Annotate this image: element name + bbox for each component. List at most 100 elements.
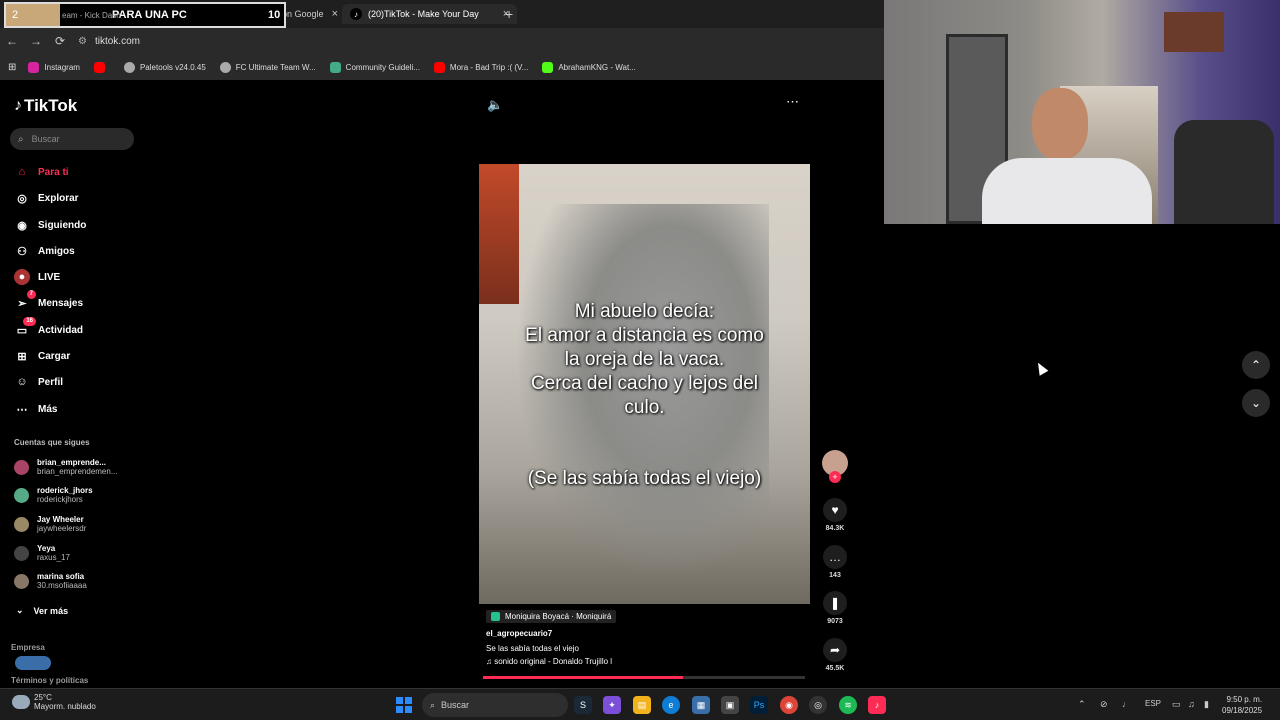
spotify-icon[interactable]: ≋ xyxy=(839,696,857,714)
sidebar-item-para-ti[interactable]: ⌂ Para ti xyxy=(14,164,69,180)
caption-line: la oreja de la vaca. xyxy=(564,349,725,370)
instagram-icon xyxy=(28,61,40,73)
nav-label: Explorar xyxy=(38,192,79,204)
video-username[interactable]: el_agropecuario7 xyxy=(486,629,616,638)
sidebar-item-perfil[interactable]: ☺ Perfil xyxy=(14,374,63,390)
taskbar-search[interactable]: ⌕ Buscar xyxy=(422,693,568,717)
tiktok-logo[interactable]: ♪ TikTok xyxy=(14,96,77,116)
share-button[interactable]: ➦ 45.5K xyxy=(818,638,852,672)
logo-text: TikTok xyxy=(24,96,78,115)
bookmark-label: FC Ultimate Team W... xyxy=(235,62,316,72)
youtube-icon xyxy=(93,61,105,73)
windows-start-icon[interactable] xyxy=(396,697,412,713)
microphone-icon[interactable]: ♩ xyxy=(1122,699,1131,709)
video-progress-bar[interactable] xyxy=(483,676,805,679)
sidebar-item-cargar[interactable]: ⊞ Cargar xyxy=(14,348,70,364)
video-sound[interactable]: ♫ sonido original - Donaldo Trujillo l xyxy=(486,657,616,666)
bookmark-abrahamkng[interactable]: AbrahamKNG - Wat... xyxy=(542,61,636,73)
back-arrow-icon[interactable]: ← xyxy=(0,34,24,48)
more-options-icon[interactable]: ⋯ xyxy=(786,94,799,110)
next-video-button[interactable]: ⌄ xyxy=(1242,389,1270,417)
streamer xyxy=(972,88,1162,224)
location-tag[interactable]: Moniquira Boyacá · Moniquirá xyxy=(486,610,617,623)
address-bar[interactable]: ⚙ tiktok.com xyxy=(78,36,140,47)
bookmark-label: Paletools v24.0.45 xyxy=(139,62,206,72)
caption-line: Mi abuelo decía: xyxy=(574,301,715,322)
following-account[interactable]: brian_emprende... brian_emprendemen... xyxy=(14,458,118,476)
app-icon[interactable]: ▣ xyxy=(721,696,739,714)
system-clock[interactable]: 9:50 p. m. 09/18/2025 xyxy=(1222,694,1262,716)
comment-button[interactable]: … 143 xyxy=(818,545,852,579)
video-caption-secondary: (Se las sabía todas el viejo) xyxy=(527,468,762,489)
site-info-icon[interactable]: ⚙ xyxy=(78,36,87,47)
nav-label: Siguiendo xyxy=(38,219,87,231)
floating-badge-icon[interactable] xyxy=(15,656,51,670)
weather-widget[interactable]: 25°C Mayorm. nublado xyxy=(12,693,96,711)
file-explorer-icon[interactable]: ▤ xyxy=(633,696,651,714)
photoshop-icon[interactable]: Ps xyxy=(750,696,768,714)
battery-icon[interactable]: ▮ xyxy=(1204,699,1209,710)
tiktok-app-icon[interactable]: ♪ xyxy=(868,696,886,714)
bookmark-fc-ultimate[interactable]: FC Ultimate Team W... xyxy=(219,61,316,73)
compass-icon: ◎ xyxy=(17,192,27,205)
streamer-head xyxy=(1032,88,1088,160)
profile-icon: ☺ xyxy=(16,376,28,388)
new-tab-button[interactable]: + xyxy=(505,6,513,22)
language-indicator[interactable]: ESP xyxy=(1145,699,1161,708)
account-handle: raxus_17 xyxy=(37,553,70,562)
following-account[interactable]: Yeya raxus_17 xyxy=(14,544,70,562)
caption-line: culo. xyxy=(624,397,665,418)
footer-link-terminos[interactable]: Términos y políticas xyxy=(11,676,88,685)
tab-tiktok[interactable]: ♪ (20)TikTok - Make Your Day × xyxy=(342,4,518,24)
sidebar-item-actividad[interactable]: ▭ 16 Actividad xyxy=(14,317,83,338)
temperature: 25°C xyxy=(34,693,52,702)
forward-arrow-icon[interactable]: → xyxy=(24,34,48,48)
previous-video-button[interactable]: ⌃ xyxy=(1242,351,1270,379)
home-icon: ⌂ xyxy=(18,166,26,178)
edge-icon[interactable]: e xyxy=(662,696,680,714)
obs-icon[interactable]: ◎ xyxy=(809,696,827,714)
bookmark-paletools[interactable]: Paletools v24.0.45 xyxy=(123,61,206,73)
network-off-icon[interactable]: ⊘ xyxy=(1100,699,1108,710)
follow-plus-icon[interactable]: + xyxy=(829,471,841,483)
bookmark-mora[interactable]: Mora - Bad Trip :( (V... xyxy=(433,61,528,73)
sidebar-item-siguiendo[interactable]: ◉ Siguiendo xyxy=(14,217,86,233)
footer-link-empresa[interactable]: Empresa xyxy=(11,643,45,652)
apps-grid-icon[interactable]: ⊞ xyxy=(8,62,16,73)
volume-icon[interactable]: ♫ xyxy=(1188,699,1195,709)
creator-avatar-button[interactable]: + xyxy=(818,450,852,483)
search-input[interactable]: ⌕ Buscar xyxy=(10,128,134,150)
store-icon[interactable]: ▦ xyxy=(692,696,710,714)
sidebar-item-explorar[interactable]: ◎ Explorar xyxy=(14,190,79,206)
nav-label: Para ti xyxy=(38,166,69,178)
chrome-icon[interactable]: ◉ xyxy=(780,696,798,714)
bookmark-label: Instagram xyxy=(44,62,80,72)
bookmark-community[interactable]: Community Guideli... xyxy=(329,61,420,73)
volume-icon[interactable]: 🔈 xyxy=(487,97,503,113)
bookmark-instagram[interactable]: Instagram xyxy=(28,61,80,73)
following-account[interactable]: Jay Wheeler jaywheelersdr xyxy=(14,515,86,533)
account-handle: 30.msofiiaaaa xyxy=(37,581,87,590)
like-button[interactable]: ♥ 84.3K xyxy=(818,498,852,532)
see-more-button[interactable]: ⌄ Ver más xyxy=(16,605,68,616)
bookmark-youtube[interactable] xyxy=(93,61,110,73)
chevron-up-icon[interactable]: ⌃ xyxy=(1078,699,1086,710)
close-icon[interactable]: × xyxy=(332,8,338,20)
reload-icon[interactable]: ⟳ xyxy=(48,34,72,48)
copilot-icon[interactable]: ✦ xyxy=(603,696,621,714)
sidebar-item-amigos[interactable]: ⚇ Amigos xyxy=(14,243,75,259)
following-account[interactable]: marina sofia 30.msofiiaaaa xyxy=(14,572,87,590)
display-icon[interactable]: ▭ xyxy=(1172,699,1181,710)
sidebar-item-mas[interactable]: ⋯ Más xyxy=(14,401,58,417)
tab-kick[interactable]: eam - Kick Dash xyxy=(62,11,121,20)
video-player[interactable]: Mi abuelo decía: El amor a distancia es c… xyxy=(479,164,810,604)
avatar xyxy=(14,546,29,561)
avatar xyxy=(14,574,29,589)
steam-icon[interactable]: S xyxy=(574,696,592,714)
sidebar-item-live[interactable]: ● LIVE xyxy=(14,269,60,285)
following-account[interactable]: roderick_jhors roderickjhors xyxy=(14,486,93,504)
tiktok-page: ♪ TikTok ⌕ Buscar ⌂ Para ti ◎ Explorar ◉ Si… xyxy=(0,80,884,688)
sidebar-item-mensajes[interactable]: ➢ 7 Mensajes xyxy=(14,290,83,311)
save-button[interactable]: ❚ 9073 xyxy=(818,591,852,625)
bookmark-label: AbrahamKNG - Wat... xyxy=(558,62,636,72)
